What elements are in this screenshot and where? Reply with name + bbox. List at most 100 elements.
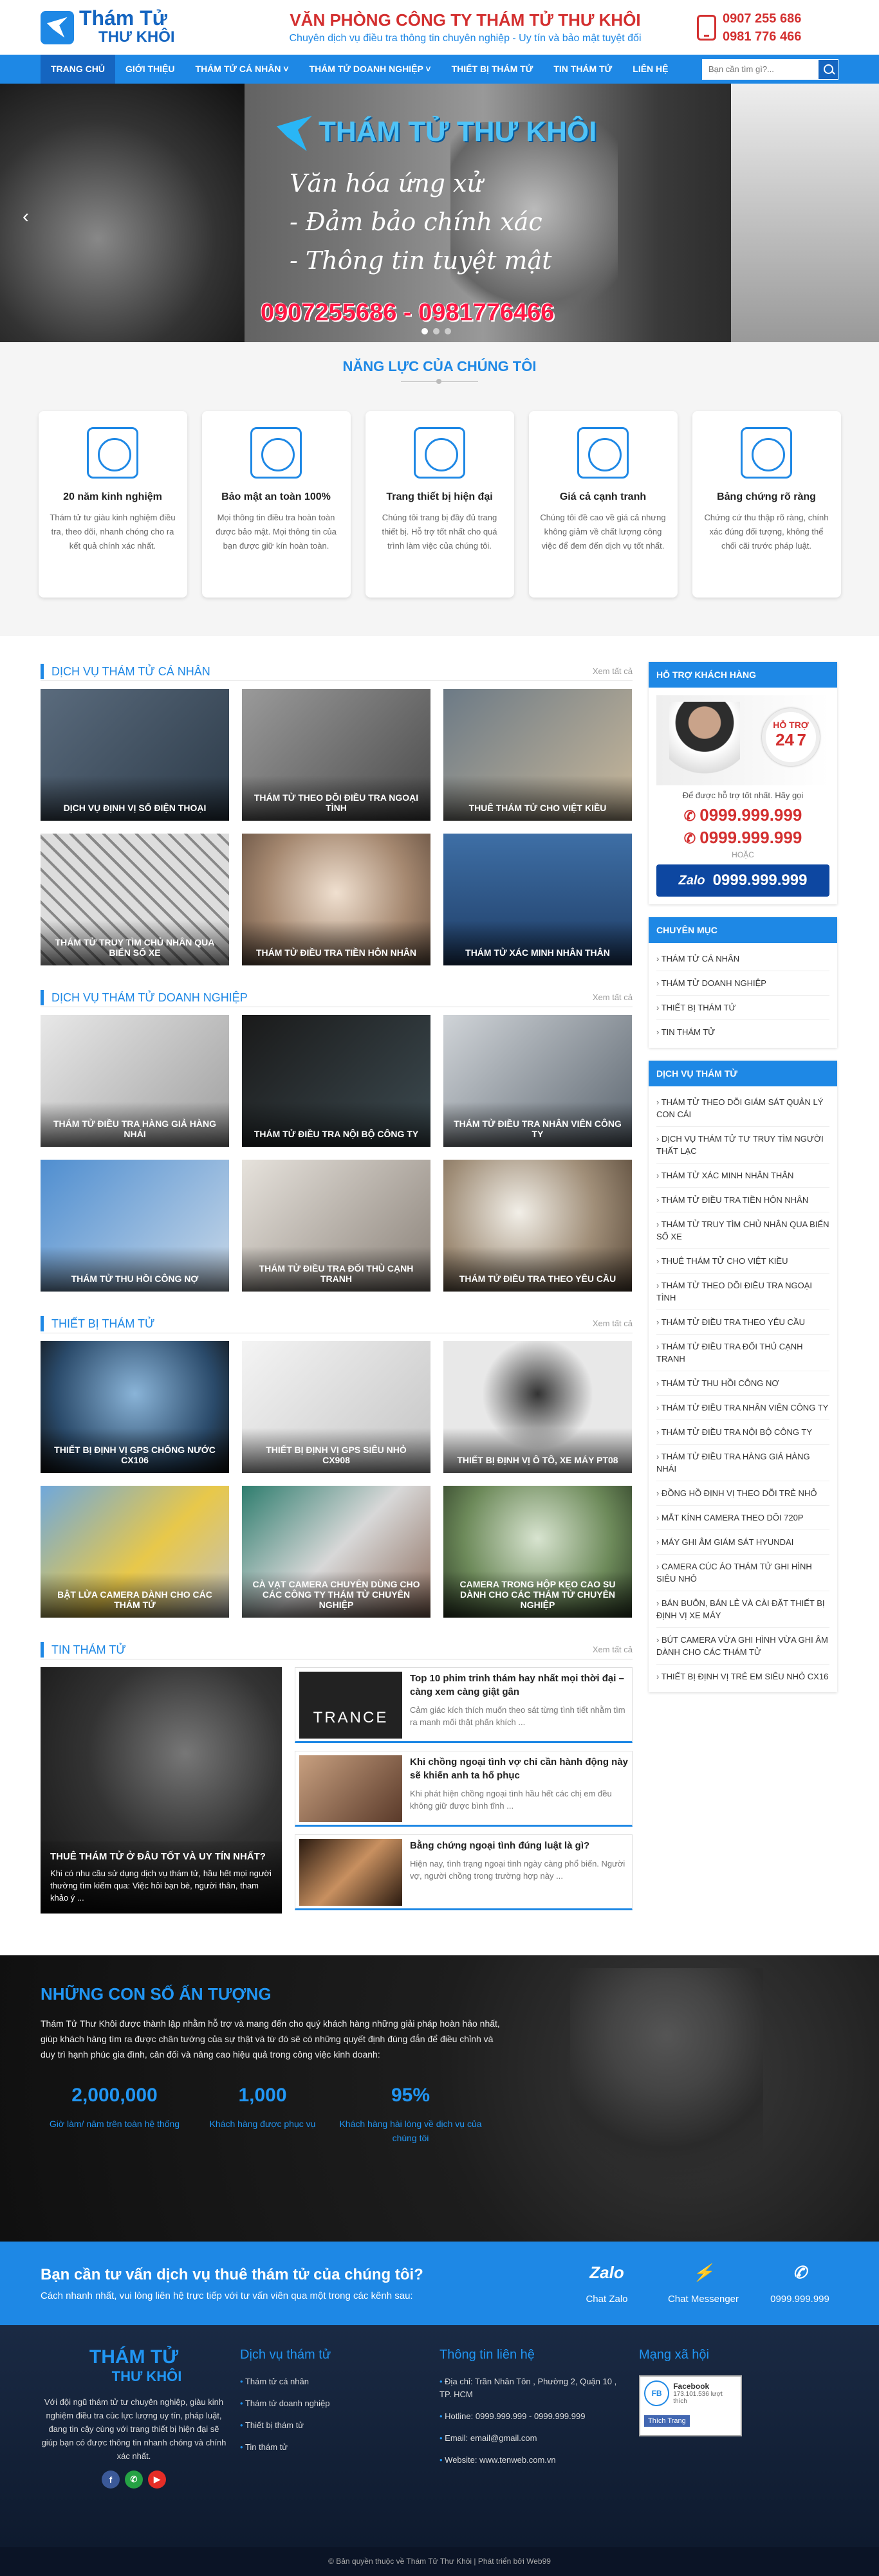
news-title[interactable]: Khi chồng ngoại tình vợ chỉ cần hành độn… [410, 1755, 628, 1782]
sidebar-link[interactable]: MẮT KÍNH CAMERA THEO DÕI 720P [656, 1506, 829, 1530]
sidebar-link[interactable]: THÁM TỬ ĐIỀU TRA NHÂN VIÊN CÔNG TY [656, 1396, 829, 1420]
sidebar-link[interactable]: ĐỒNG HỒ ĐỊNH VỊ THEO DÕI TRẺ NHỎ [656, 1481, 829, 1506]
service-tile[interactable]: THÁM TỬ ĐIỀU TRA ĐỐI THỦ CẠNH TRANH [242, 1160, 430, 1292]
sidebar-link[interactable]: THÁM TỬ THEO DÕI ĐIỀU TRA NGOẠI TÌNH [656, 1274, 829, 1310]
sidebar-link[interactable]: THIẾT BỊ THÁM TỬ [656, 996, 829, 1020]
news-thumbnail[interactable] [299, 1839, 402, 1906]
sidebar-link[interactable]: THÁM TỬ ĐIỀU TRA NỘI BỘ CÔNG TY [656, 1420, 829, 1445]
hotline-1[interactable]: 0907 255 686 [723, 10, 801, 28]
nav-about[interactable]: GIỚI THIỆU [115, 55, 185, 84]
footer-link[interactable]: Thám tử doanh nghiệp [240, 2397, 427, 2410]
view-all-link[interactable]: Xem tất cả [593, 666, 633, 676]
section-title[interactable]: DỊCH VỤ THÁM TỬ CÁ NHÂN [41, 663, 210, 679]
section-title[interactable]: TIN THÁM TỬ [41, 1641, 126, 1658]
section-title[interactable]: DỊCH VỤ THÁM TỬ DOANH NGHIỆP [41, 989, 248, 1005]
header-hotline[interactable]: 0907 255 686 0981 776 466 [697, 10, 838, 46]
slider-dot[interactable] [421, 328, 428, 334]
service-tile[interactable]: THÁM TỬ ĐIỀU TRA NỘI BỘ CÔNG TY [242, 1015, 430, 1147]
news-title[interactable]: Top 10 phim trinh thám hay nhất mọi thời… [410, 1672, 628, 1699]
section-title[interactable]: THIẾT BỊ THÁM TỬ [41, 1315, 154, 1331]
featured-news-title[interactable]: THUÊ THÁM TỬ Ở ĐÂU TỐT VÀ UY TÍN NHẤT? [50, 1851, 272, 1862]
news-thumbnail[interactable] [299, 1755, 402, 1822]
zalo-button[interactable]: Zalo 0999.999.999 [656, 864, 829, 897]
sidebar-link[interactable]: THUÊ THÁM TỬ CHO VIỆT KIỀU [656, 1249, 829, 1274]
sidebar-link[interactable]: THÁM TỬ TRUY TÌM CHỦ NHÂN QUA BIỂN SỐ XE [656, 1212, 829, 1249]
service-tile[interactable]: THÁM TỬ THU HỒI CÔNG NỢ [41, 1160, 229, 1292]
facebook-page-widget[interactable]: FB Facebook 173.101.536 lượt thích Thích… [639, 2375, 742, 2436]
sidebar-link[interactable]: DỊCH VỤ THÁM TỬ TƯ TRUY TÌM NGƯỜI THẤT L… [656, 1127, 829, 1164]
chat-zalo-button[interactable]: Zalo Chat Zalo [568, 2263, 645, 2305]
logo-line1: Thám Tử [79, 6, 167, 30]
view-all-link[interactable]: Xem tất cả [593, 1645, 633, 1654]
service-tile[interactable]: THUÊ THÁM TỬ CHO VIỆT KIỀU [443, 689, 632, 821]
search-input[interactable] [702, 59, 818, 80]
sidebar-link[interactable]: THÁM TỬ ĐIỀU TRA HÀNG GIẢ HÀNG NHÁI [656, 1445, 829, 1481]
slider-prev-icon[interactable]: ‹ [23, 206, 29, 228]
service-tile[interactable]: THÁM TỬ ĐIỀU TRA NHÂN VIÊN CÔNG TY [443, 1015, 632, 1147]
sidebar-link[interactable]: THÁM TỬ THEO DÕI GIÁM SÁT QUẢN LÝ CON CÁ… [656, 1090, 829, 1127]
sidebar-link[interactable]: THÁM TỬ ĐIỀU TRA THEO YÊU CẦU [656, 1310, 829, 1335]
slider-dot[interactable] [433, 328, 439, 334]
footer-hotline[interactable]: Hotline: 0999.999.999 - 0999.999.999 [439, 2410, 626, 2423]
view-all-link[interactable]: Xem tất cả [593, 1319, 633, 1328]
view-all-link[interactable]: Xem tất cả [593, 992, 633, 1002]
nav-personal[interactable]: THÁM TỬ CÁ NHÂN ˅ [185, 55, 299, 84]
nav-business[interactable]: THÁM TỬ DOANH NGHIỆP ˅ [299, 55, 441, 84]
facebook-icon[interactable]: f [102, 2471, 120, 2489]
footer-website[interactable]: Website: www.tenweb.com.vn [439, 2454, 626, 2467]
site-logo[interactable]: Thám Tử THƯ KHÔI [41, 3, 234, 51]
facebook-like-button[interactable]: Thích Trang [644, 2415, 690, 2427]
sidebar-link[interactable]: CAMERA CÚC ÁO THÁM TỬ GHI HÌNH SIÊU NHỎ [656, 1555, 829, 1591]
footer-link[interactable]: Tin thám tử [240, 2441, 427, 2454]
footer-link[interactable]: Thiết bị thám tử [240, 2419, 427, 2432]
company-name: VĂN PHÒNG CÔNG TY THÁM TỬ THƯ KHÔI [290, 10, 641, 30]
sidebar-link[interactable]: THÁM TỬ ĐIỀU TRA ĐỐI THỦ CẠNH TRANH [656, 1335, 829, 1371]
nav-contact[interactable]: LIÊN HỆ [622, 55, 678, 84]
call-button[interactable]: ✆ 0999.999.999 [761, 2263, 838, 2305]
device-tile[interactable]: THIẾT BỊ ĐỊNH VỊ GPS SIÊU NHỎ CX908 [242, 1341, 430, 1473]
service-tile[interactable]: THÁM TỬ ĐIỀU TRA HÀNG GIẢ HÀNG NHÁI [41, 1015, 229, 1147]
service-tile[interactable]: DỊCH VỤ ĐỊNH VỊ SỐ ĐIỆN THOẠI [41, 689, 229, 821]
featured-news[interactable]: THUÊ THÁM TỬ Ở ĐÂU TỐT VÀ UY TÍN NHẤT? K… [41, 1667, 282, 1914]
sidebar-link[interactable]: THÁM TỬ DOANH NGHIỆP [656, 971, 829, 996]
support-phone-1[interactable]: 0999.999.999 [656, 805, 829, 825]
footer-logo[interactable]: THÁM TỬ THƯ KHÔI [41, 2348, 227, 2386]
service-tile[interactable]: THÁM TỬ TRUY TÌM CHỦ NHÂN QUA BIỂN SỐ XE [41, 834, 229, 965]
nav-news[interactable]: TIN THÁM TỬ [543, 55, 622, 84]
search-button[interactable] [818, 59, 838, 80]
sidebar-link[interactable]: BÁN BUÔN, BÁN LẺ VÀ CÀI ĐẶT THIẾT BỊ ĐỊN… [656, 1591, 829, 1628]
news-item[interactable]: Khi chồng ngoại tình vợ chỉ cần hành độn… [295, 1751, 633, 1827]
service-tile[interactable]: THÁM TỬ ĐIỀU TRA THEO YÊU CẦU [443, 1160, 632, 1292]
nav-devices[interactable]: THIẾT BỊ THÁM TỬ [441, 55, 544, 84]
sidebar-link[interactable]: THIẾT BỊ ĐỊNH VỊ TRẺ EM SIÊU NHỎ CX16 [656, 1665, 829, 1688]
nav-home[interactable]: TRANG CHỦ [41, 55, 115, 84]
news-thumbnail[interactable]: TRANCE [299, 1672, 402, 1739]
device-tile[interactable]: THIẾT BỊ ĐỊNH VỊ Ô TÔ, XE MÁY PT08 [443, 1341, 632, 1473]
news-item[interactable]: Bằng chứng ngoại tình đúng luật là gì? H… [295, 1834, 633, 1910]
sidebar-link[interactable]: TIN THÁM TỬ [656, 1020, 829, 1044]
service-tile[interactable]: THÁM TỬ THEO DÕI ĐIỀU TRA NGOẠI TÌNH [242, 689, 430, 821]
sidebar-link[interactable]: MÁY GHI ÂM GIÁM SÁT HYUNDAI [656, 1530, 829, 1555]
slider-dot[interactable] [445, 328, 451, 334]
news-title[interactable]: Bằng chứng ngoại tình đúng luật là gì? [410, 1839, 628, 1852]
hotline-2[interactable]: 0981 776 466 [723, 28, 801, 46]
footer-email[interactable]: Email: email@gmail.com [439, 2432, 626, 2445]
device-tile[interactable]: THIẾT BỊ ĐỊNH VỊ GPS CHỐNG NƯỚC CX106 [41, 1341, 229, 1473]
footer-link[interactable]: Thám tử cá nhân [240, 2375, 427, 2388]
service-tile[interactable]: THÁM TỬ XÁC MINH NHÂN THÂN [443, 834, 632, 965]
youtube-icon[interactable]: ▶ [148, 2471, 166, 2489]
facebook-page-name[interactable]: Facebook [673, 2382, 709, 2391]
sidebar-link[interactable]: THÁM TỬ THU HỒI CÔNG NỢ [656, 1371, 829, 1396]
sidebar-link[interactable]: THÁM TỬ CÁ NHÂN [656, 947, 829, 971]
device-tile[interactable]: BẬT LỬA CAMERA DÀNH CHO CÁC THÁM TỬ [41, 1486, 229, 1618]
support-phone-2[interactable]: 0999.999.999 [656, 828, 829, 848]
phone-icon[interactable]: ✆ [125, 2471, 143, 2489]
service-tile[interactable]: THÁM TỬ ĐIỀU TRA TIỀN HÔN NHÂN [242, 834, 430, 965]
device-tile[interactable]: CÀ VẠT CAMERA CHUYÊN DÙNG CHO CÁC CÔNG T… [242, 1486, 430, 1618]
sidebar-link[interactable]: THÁM TỬ XÁC MINH NHÂN THÂN [656, 1164, 829, 1188]
sidebar-link[interactable]: THÁM TỬ ĐIỀU TRA TIỀN HÔN NHÂN [656, 1188, 829, 1212]
chat-messenger-button[interactable]: ⚡ Chat Messenger [665, 2263, 742, 2305]
device-tile[interactable]: CAMERA TRONG HỘP KẸO CAO SU DÀNH CHO CÁC… [443, 1486, 632, 1618]
sidebar-link[interactable]: BÚT CAMERA VỪA GHI HÌNH VỪA GHI ÂM DÀNH … [656, 1628, 829, 1665]
news-item[interactable]: TRANCE Top 10 phim trinh thám hay nhất m… [295, 1667, 633, 1743]
